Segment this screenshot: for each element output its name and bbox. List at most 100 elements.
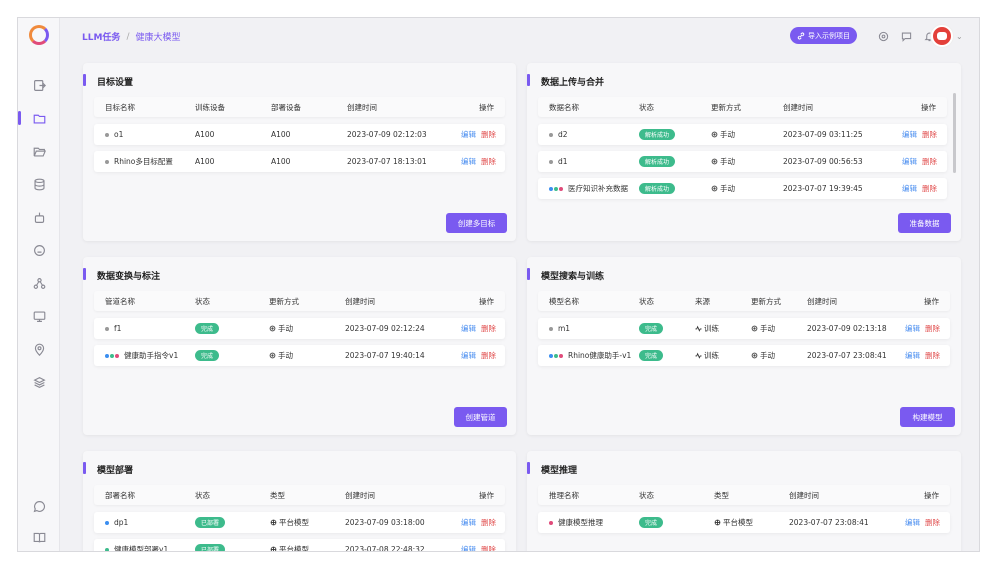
row-name: d1 <box>558 157 568 166</box>
row-deploy-device: A100 <box>271 157 291 166</box>
import-example-button[interactable]: 导入示例项目 <box>790 27 857 44</box>
edit-link[interactable]: 编辑 <box>461 323 476 334</box>
robot-icon[interactable] <box>29 207 49 227</box>
status-badge: 完成 <box>639 323 664 334</box>
table-row[interactable]: d2 解析成功 手动 2023-07-09 03:11:25 编辑 删除 <box>538 124 947 145</box>
status-badge: 解析成功 <box>639 183 676 194</box>
delete-link[interactable]: 删除 <box>922 183 937 194</box>
card-accent-bar <box>527 74 530 86</box>
column-header: 状态 <box>195 296 210 306</box>
scrollbar[interactable] <box>953 93 956 173</box>
settings-icon[interactable] <box>877 30 889 42</box>
create-pipeline-button[interactable]: 创建管道 <box>454 407 507 427</box>
edit-link[interactable]: 编辑 <box>461 156 476 167</box>
avatar[interactable] <box>931 25 953 47</box>
table-row[interactable]: Rhino多目标配置 A100 A100 2023-07-07 18:13:01… <box>94 151 505 172</box>
build-model-button[interactable]: 构建模型 <box>900 407 955 427</box>
card-data-upload: 数据上传与合并 数据名称 状态 更新方式 创建时间 操作 d2 解析成功 手动 … <box>527 63 961 241</box>
book-icon[interactable] <box>29 527 49 547</box>
row-time: 2023-07-07 18:13:01 <box>347 157 427 166</box>
gear-icon <box>711 158 718 165</box>
edit-link[interactable]: 编辑 <box>902 156 917 167</box>
database-icon[interactable] <box>29 174 49 194</box>
edit-link[interactable]: 编辑 <box>905 350 920 361</box>
delete-link[interactable]: 删除 <box>481 350 496 361</box>
row-name: 健康助手指令v1 <box>124 351 179 360</box>
status-badge: 完成 <box>639 350 664 361</box>
edit-link[interactable]: 编辑 <box>905 517 920 528</box>
table-row[interactable]: 健康模型部署v1 已部署 平台模型 2023-07-08 22:48:32 编辑… <box>94 539 505 551</box>
chevron-down-icon[interactable]: ⌄ <box>956 32 963 41</box>
prepare-data-button[interactable]: 准备数据 <box>898 213 951 233</box>
edit-link[interactable]: 编辑 <box>902 183 917 194</box>
row-time: 2023-07-07 19:39:45 <box>783 184 863 193</box>
delete-link[interactable]: 删除 <box>925 517 940 528</box>
activity-icon <box>695 325 702 332</box>
delete-link[interactable]: 删除 <box>922 156 937 167</box>
edit-link[interactable]: 编辑 <box>461 517 476 528</box>
status-dot <box>105 520 109 525</box>
layers-icon[interactable] <box>29 372 49 392</box>
gear-icon <box>751 352 758 359</box>
row-time: 2023-07-09 03:18:00 <box>345 518 425 527</box>
column-header: 目标名称 <box>105 102 135 112</box>
column-header: 推理名称 <box>549 490 579 500</box>
edit-link[interactable]: 编辑 <box>905 323 920 334</box>
column-header: 训练设备 <box>195 102 225 112</box>
column-header: 创建时间 <box>347 102 377 112</box>
gear-icon <box>751 325 758 332</box>
monitor-icon[interactable] <box>29 306 49 326</box>
column-header: 状态 <box>639 490 654 500</box>
face-icon[interactable] <box>29 240 49 260</box>
column-header: 操作 <box>921 102 936 112</box>
row-time: 2023-07-09 03:11:25 <box>783 130 863 139</box>
edit-link[interactable]: 编辑 <box>461 544 476 551</box>
table-header: 目标名称 训练设备 部署设备 创建时间 操作 <box>94 97 505 117</box>
delete-link[interactable]: 删除 <box>481 544 496 551</box>
delete-link[interactable]: 删除 <box>481 156 496 167</box>
delete-link[interactable]: 删除 <box>922 129 937 140</box>
edit-link[interactable]: 编辑 <box>902 129 917 140</box>
status-badge: 已部署 <box>195 544 226 551</box>
card-accent-bar <box>83 268 86 280</box>
delete-link[interactable]: 删除 <box>925 350 940 361</box>
create-multi-target-button[interactable]: 创建多目标 <box>446 213 507 233</box>
message-icon[interactable] <box>900 30 912 42</box>
export-icon[interactable] <box>29 75 49 95</box>
table-row[interactable]: 医疗知识补充数据 解析成功 手动 2023-07-07 19:39:45 编辑删… <box>538 178 947 199</box>
delete-link[interactable]: 删除 <box>481 517 496 528</box>
edit-link[interactable]: 编辑 <box>461 129 476 140</box>
column-header: 状态 <box>639 102 654 112</box>
column-header: 来源 <box>695 296 710 306</box>
column-header: 部署设备 <box>271 102 301 112</box>
folder-icon[interactable] <box>18 108 49 128</box>
chat-icon[interactable] <box>29 496 49 516</box>
table-row[interactable]: 健康模型推理 完成 平台模型 2023-07-07 23:08:41 编辑 删除 <box>538 512 950 533</box>
table-row[interactable]: f1 完成 手动 2023-07-09 02:12:24 编辑 删除 <box>94 318 505 339</box>
table-row[interactable]: Rhino健康助手-v1 完成 训练 手动 2023-07-07 23:08:4… <box>538 345 950 366</box>
table-header: 模型名称 状态 来源 更新方式 创建时间 操作 <box>538 291 950 311</box>
table-row[interactable]: d1 解析成功 手动 2023-07-09 00:56:53 编辑 删除 <box>538 151 947 172</box>
delete-link[interactable]: 删除 <box>481 323 496 334</box>
delete-link[interactable]: 删除 <box>925 323 940 334</box>
breadcrumb-root[interactable]: LLM任务 <box>82 30 120 43</box>
location-icon[interactable] <box>29 339 49 359</box>
column-header: 操作 <box>479 296 494 306</box>
delete-link[interactable]: 删除 <box>481 129 496 140</box>
row-name: 健康模型推理 <box>558 518 603 527</box>
table-row[interactable]: m1 完成 训练 手动 2023-07-09 02:13:18 编辑 删除 <box>538 318 950 339</box>
network-icon[interactable] <box>29 273 49 293</box>
table-row[interactable]: o1 A100 A100 2023-07-09 02:12:03 编辑 删除 <box>94 124 505 145</box>
app-logo[interactable] <box>29 25 49 45</box>
folder-open-icon[interactable] <box>29 141 49 161</box>
row-name: Rhino健康助手-v1 <box>568 351 632 360</box>
gear-icon <box>269 352 276 359</box>
gear-icon <box>711 131 718 138</box>
edit-link[interactable]: 编辑 <box>461 350 476 361</box>
table-row[interactable]: dp1 已部署 平台模型 2023-07-09 03:18:00 编辑 删除 <box>94 512 505 533</box>
row-train-device: A100 <box>195 130 215 139</box>
status-badge: 完成 <box>195 323 220 334</box>
status-dot <box>105 132 109 137</box>
card-accent-bar <box>83 462 86 474</box>
table-row[interactable]: 健康助手指令v1 完成 手动 2023-07-07 19:40:14 编辑 删除 <box>94 345 505 366</box>
